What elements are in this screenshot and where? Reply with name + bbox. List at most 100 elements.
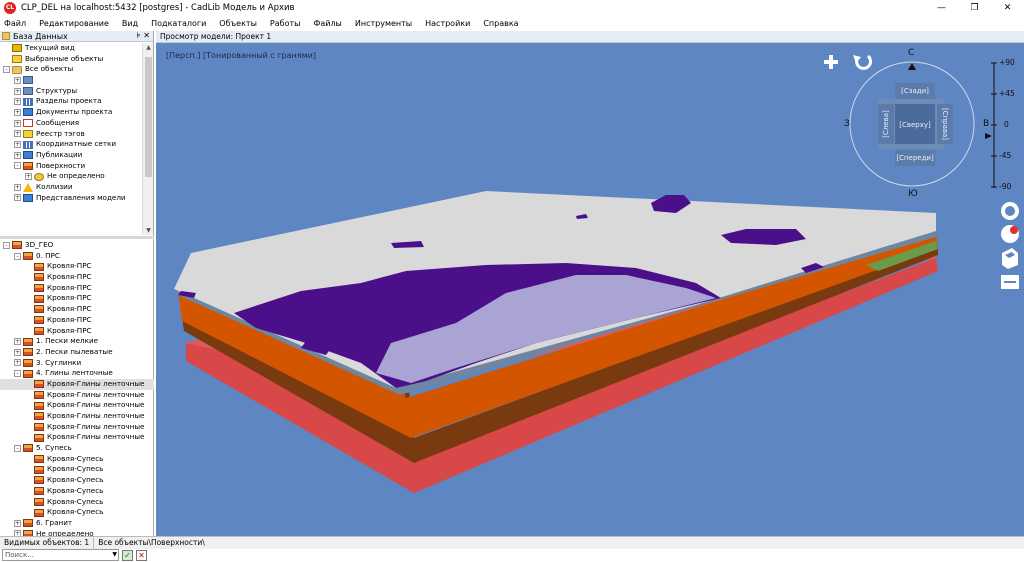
expand-icon[interactable]: + [14,338,21,346]
tree-row[interactable]: + Не определено [0,171,142,182]
tree-row[interactable]: Кровля-Глины ленточные [0,411,154,422]
tree-row[interactable]: Кровля-Супесь [0,497,154,508]
scroll-down-icon[interactable]: ▼ [143,227,154,234]
collapse-icon[interactable]: - [3,66,10,74]
tree-row[interactable]: + Представления модели [0,193,142,204]
menu-item-5[interactable]: Работы [270,19,301,28]
menu-item-6[interactable]: Файлы [313,19,341,28]
collapse-icon[interactable]: - [14,252,21,260]
tree-row[interactable]: Выбранные объекты [0,54,142,65]
tree-row[interactable]: +1. Пески мелкие [0,336,154,347]
cube-top-face[interactable]: [Сверху] [895,121,935,129]
tree-row[interactable]: + Структуры [0,86,142,97]
tree-row[interactable]: + [0,75,142,86]
tree-row[interactable]: + Документы проекта [0,107,142,118]
box-section-icon[interactable] [1002,248,1018,269]
tree-row[interactable]: Кровля-ПРС [0,304,154,315]
expand-icon[interactable]: + [14,76,21,84]
tree-row[interactable]: + Публикации [0,150,142,161]
panel-splitter[interactable] [0,236,154,239]
tree-row[interactable]: - 5. Супесь [0,443,154,454]
tree-row[interactable]: Кровля-Глины ленточные [0,422,154,433]
tree-row[interactable]: Кровля-Супесь [0,486,154,497]
compass-west-label[interactable]: З [844,119,850,129]
expand-icon[interactable]: + [14,348,21,356]
tree-row[interactable]: - 0. ПРС [0,251,154,262]
expand-icon[interactable]: + [14,98,21,106]
cube-back-face[interactable]: [Сзади] [895,87,935,95]
collapse-icon[interactable]: - [14,370,21,378]
tree-row[interactable]: Кровля-Супесь [0,454,154,465]
menu-item-4[interactable]: Объекты [219,19,257,28]
expand-icon[interactable]: + [14,183,21,191]
expand-icon[interactable]: + [14,141,21,149]
filter-apply-button[interactable]: ✓ [122,549,133,561]
tree-row[interactable]: Кровля-Глины ленточные [0,378,154,390]
tree-row[interactable]: Текущий вид [0,43,142,54]
close-button[interactable]: ✕ [991,0,1024,16]
model-3d-scene[interactable] [156,43,1024,536]
tree-row[interactable]: + Координатные сетки [0,139,142,150]
tree-row[interactable]: - Поверхности [0,161,142,172]
cube-left-face[interactable]: [Слева] [882,102,890,146]
search-input[interactable]: Поиск... ▼ [2,549,119,561]
maximize-button[interactable]: ❐ [958,0,991,16]
cube-front-face[interactable]: [Спереди] [895,154,935,162]
menu-item-9[interactable]: Справка [483,19,518,28]
minimize-button[interactable]: — [925,0,958,16]
collapse-icon[interactable]: - [14,162,21,170]
tree-row[interactable]: + Сообщения [0,118,142,129]
scroll-thumb[interactable] [145,57,152,177]
tree-row[interactable]: Кровля-ПРС [0,315,154,326]
tree-row[interactable]: Кровля-Глины ленточные [0,390,154,401]
menu-item-8[interactable]: Настройки [425,19,470,28]
expand-icon[interactable]: + [14,151,21,159]
panel-pin-close-icons[interactable]: ⊧ ✕ [137,31,150,40]
expand-icon[interactable]: + [14,359,21,367]
menu-item-1[interactable]: Редактирование [39,19,109,28]
tree-row[interactable]: Кровля-ПРС [0,326,154,337]
expand-icon[interactable]: + [25,173,32,181]
expand-icon[interactable]: + [14,87,21,95]
collapse-icon[interactable]: - [14,444,21,452]
pan-plus-icon[interactable] [824,55,838,69]
tree-row[interactable]: + Разделы проекта [0,96,142,107]
collapse-icon[interactable]: - [3,241,10,249]
compass-north-label[interactable]: С [908,48,914,58]
tree-row[interactable]: +2. Пески пылеватые [0,347,154,358]
tree-scrollbar[interactable]: ▲ ▼ [142,43,153,235]
expand-icon[interactable]: + [14,130,21,138]
tree-row[interactable]: Кровля-ПРС [0,283,154,294]
tree-row[interactable]: Кровля-Супесь [0,507,154,518]
tree-row[interactable]: +3. Суглинки [0,358,154,369]
tree-row[interactable]: +6. Гранит [0,518,154,529]
menu-item-7[interactable]: Инструменты [355,19,412,28]
orbit-rotate-icon[interactable] [853,54,873,70]
tree-row[interactable]: Кровля-Глины ленточные [0,400,154,411]
tree-row[interactable]: + Коллизии [0,182,142,193]
location-pin-icon[interactable] [1001,202,1019,220]
menu-item-3[interactable]: Подкаталоги [151,19,206,28]
tree-row[interactable]: + Реестр тэгов [0,129,142,140]
expand-icon[interactable]: + [14,108,21,116]
expand-icon[interactable]: + [14,119,21,127]
chevron-down-icon[interactable]: ▼ [112,550,117,560]
tilt-ruler[interactable] [991,62,997,188]
tree-row[interactable]: Кровля-ПРС [0,293,154,304]
tree-row[interactable]: - 3D_ГЕО [0,240,154,251]
compass-east-label[interactable]: В [983,119,989,129]
cube-right-face[interactable]: [Справа] [941,102,949,146]
tree-row[interactable]: Кровля-Супесь [0,475,154,486]
model-viewport[interactable]: [Персп.] [Тонированный с гранями] С Ю З … [156,43,1024,536]
tree-row[interactable]: Кровля-ПРС [0,272,154,283]
menu-item-0[interactable]: Файл [4,19,26,28]
compass-south-label[interactable]: Ю [908,189,918,199]
tree-row[interactable]: - Все объекты [0,64,142,75]
fit-extents-icon[interactable] [1001,275,1019,289]
tree-row[interactable]: - 4. Глины ленточные [0,368,154,379]
tree-row[interactable]: Кровля-Супесь [0,464,154,475]
tree-row[interactable]: Кровля-Глины ленточные [0,432,154,443]
filter-clear-button[interactable]: ✕ [136,549,147,561]
tree-row[interactable]: Кровля-ПРС [0,261,154,272]
expand-icon[interactable]: + [14,194,21,202]
